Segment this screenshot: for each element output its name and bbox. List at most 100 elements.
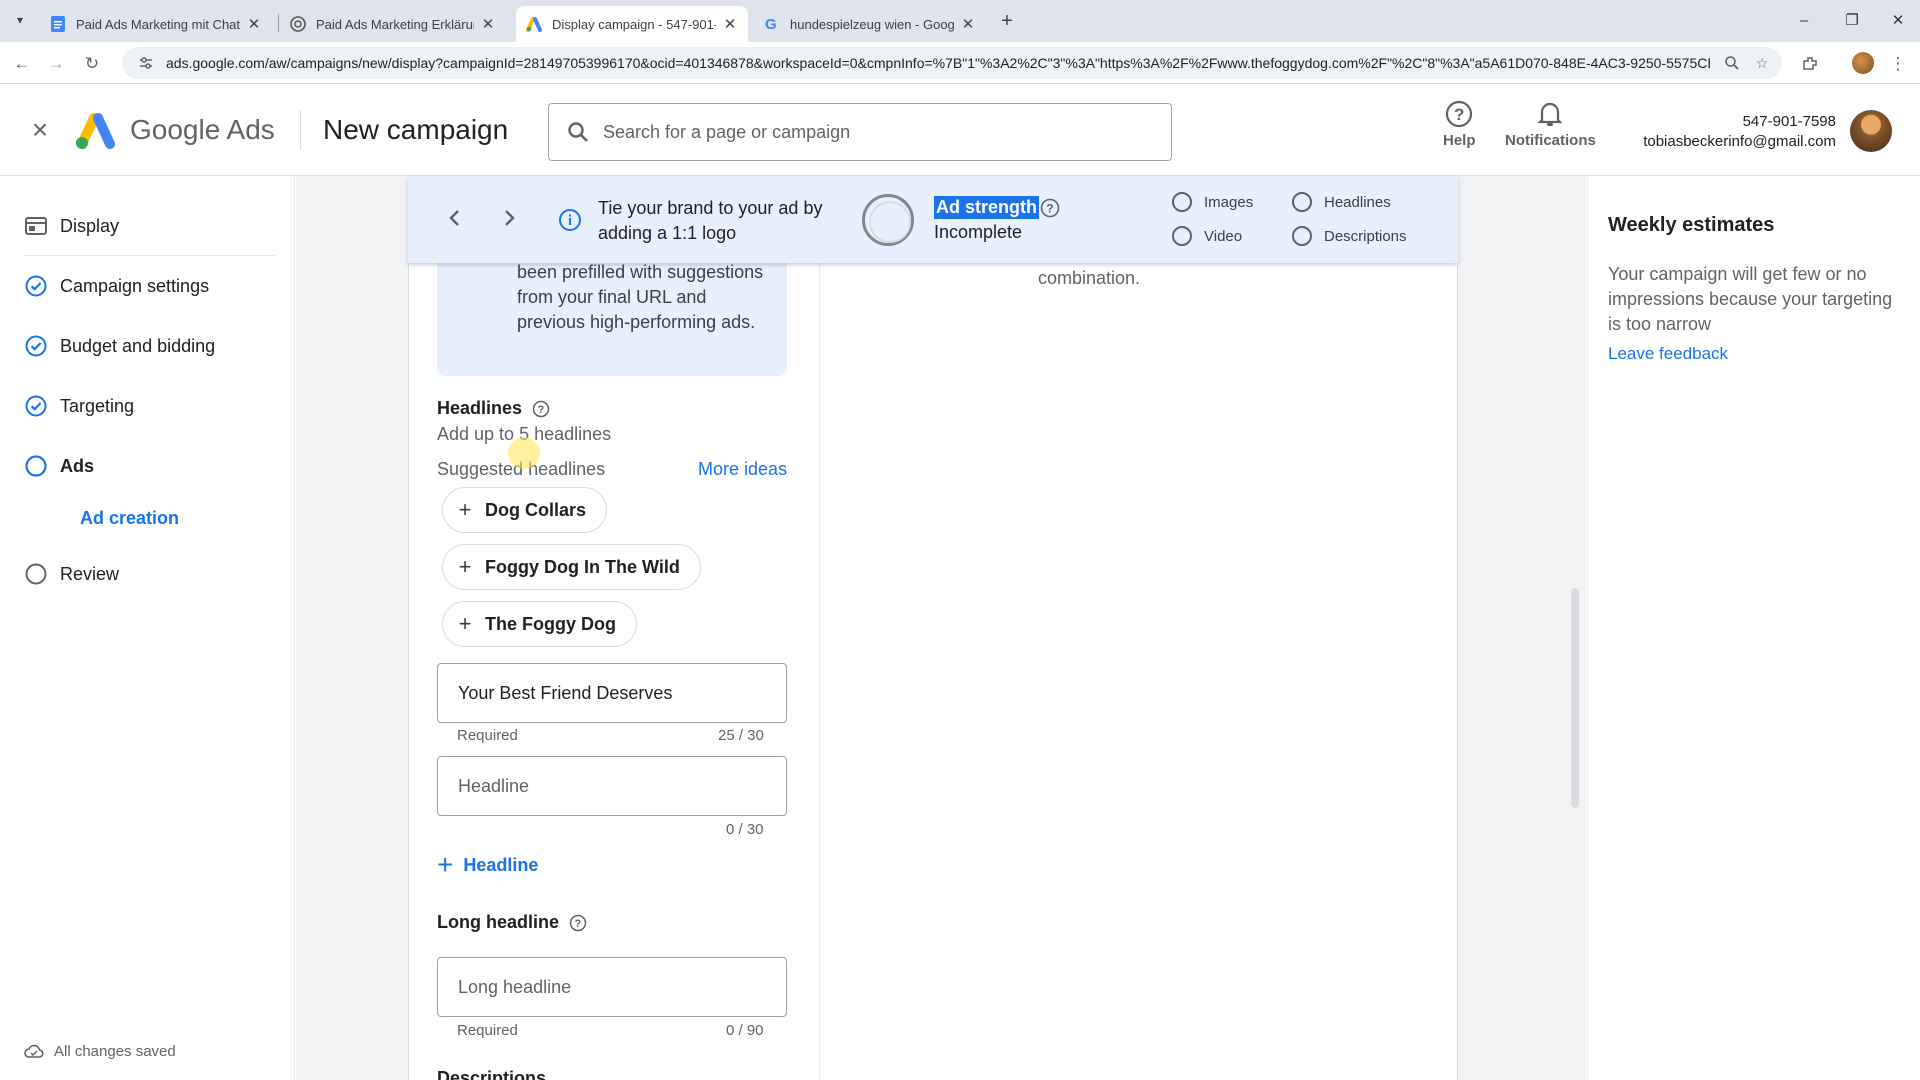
browser-toolbar: ← → ↻ ads.google.com/aw/campaigns/new/di…	[0, 42, 1920, 84]
help-icon[interactable]: ?	[532, 400, 550, 418]
new-tab-plus-icon[interactable]: +	[996, 10, 1018, 32]
header-divider	[300, 110, 301, 150]
current-step-circle-icon	[24, 454, 48, 478]
tab-close-icon[interactable]: ✕	[480, 16, 496, 33]
notifications-button[interactable]: Notifications	[1505, 98, 1596, 149]
suggestion-chip[interactable]: + Dog Collars	[442, 487, 608, 533]
browser-tab-3-active[interactable]: Display campaign - 547-901-7598 ✕	[516, 6, 748, 42]
sidebar-subitem-ad-creation[interactable]: Ad creation	[80, 508, 179, 529]
address-bar[interactable]: ads.google.com/aw/campaigns/new/display?…	[122, 47, 1782, 79]
leave-feedback-link[interactable]: Leave feedback	[1608, 344, 1728, 364]
help-button[interactable]: ? Help	[1443, 98, 1476, 149]
svg-text:?: ?	[1454, 105, 1464, 124]
google-icon: G	[764, 16, 780, 32]
forward-arrow-icon[interactable]: →	[44, 52, 68, 76]
account-info[interactable]: 547-901-7598 tobiasbeckerinfo@gmail.com	[1643, 112, 1836, 152]
descriptions-section-title-partial: Descriptions	[437, 1068, 547, 1080]
add-headline-label: Headline	[463, 854, 539, 875]
search-icon	[568, 122, 588, 142]
help-icon[interactable]: ?	[1040, 198, 1060, 218]
long-headline-placeholder: Long headline	[458, 976, 572, 997]
svg-text:?: ?	[538, 404, 545, 416]
browser-profile-avatar[interactable]	[1852, 52, 1874, 74]
weekly-estimates-panel: Weekly estimates Your campaign will get …	[1587, 176, 1920, 1080]
plus-icon: +	[458, 497, 472, 522]
headline-input-value: Your Best Friend Deserves	[458, 682, 673, 703]
minimize-icon[interactable]: –	[1792, 8, 1816, 32]
window-close-icon[interactable]: ✕	[1886, 8, 1910, 32]
back-arrow-icon[interactable]: ←	[10, 52, 34, 76]
check-circle-icon	[24, 334, 48, 358]
sidebar-item-ads[interactable]: Ads	[24, 454, 94, 478]
add-headline-button[interactable]: + Headline	[437, 851, 538, 879]
previous-tip-chevron-icon[interactable]	[442, 206, 466, 230]
reload-icon[interactable]: ↻	[80, 52, 104, 76]
headline-1-required: Required	[457, 727, 518, 744]
tab-search-chevron-icon[interactable]: ▾	[10, 10, 30, 30]
tab-title: Paid Ads Marketing Erklärung	[316, 16, 474, 32]
checklist-item-headlines: Headlines	[1292, 192, 1391, 212]
sidebar-item-label: Campaign settings	[60, 275, 210, 296]
sidebar-item-targeting[interactable]: Targeting	[24, 394, 134, 418]
browser-tab-4[interactable]: G hundespielzeug wien - Google ✕	[754, 6, 986, 42]
tab-close-icon[interactable]: ✕	[246, 16, 262, 33]
sidebar-item-budget-and-bidding[interactable]: Budget and bidding	[24, 334, 215, 358]
sidebar-item-label: Ads	[60, 455, 95, 476]
app-header: × Google Ads New campaign Search for a p…	[0, 84, 1920, 176]
suggestion-chip-label: Foggy Dog In The Wild	[485, 556, 680, 577]
svg-text:G: G	[765, 16, 777, 32]
browser-tab-2[interactable]: Paid Ads Marketing Erklärung ✕	[280, 6, 506, 42]
restore-icon[interactable]: ❐	[1840, 8, 1864, 32]
svg-text:?: ?	[1046, 202, 1053, 216]
tab-close-icon[interactable]: ✕	[960, 16, 976, 33]
check-circle-icon	[24, 394, 48, 418]
browser-menu-icon[interactable]: ⋮	[1886, 52, 1910, 76]
headline-input-1[interactable]: Your Best Friend Deserves	[437, 663, 787, 723]
plus-icon: +	[437, 849, 454, 880]
check-circle-icon	[24, 274, 48, 298]
google-ads-icon	[526, 16, 542, 32]
sidebar-item-label: Budget and bidding	[60, 335, 216, 356]
help-icon[interactable]: ?	[569, 914, 587, 932]
browser-tab-1[interactable]: Paid Ads Marketing mit ChatGPT ✕	[40, 6, 272, 42]
sidebar-item-display[interactable]: Display	[24, 214, 119, 238]
notifications-label: Notifications	[1505, 132, 1596, 149]
close-campaign-icon[interactable]: ×	[26, 116, 54, 144]
sidebar-divider	[24, 255, 276, 256]
checklist-item-images: Images	[1172, 192, 1253, 212]
display-campaign-icon	[24, 214, 48, 238]
long-headline-input[interactable]: Long headline	[437, 957, 787, 1017]
browser-tab-bar: ▾ Paid Ads Marketing mit ChatGPT ✕ Paid …	[0, 0, 1920, 42]
extensions-icon[interactable]	[1798, 52, 1822, 76]
sidebar-item-campaign-settings[interactable]: Campaign settings	[24, 274, 209, 298]
account-email: tobiasbeckerinfo@gmail.com	[1643, 133, 1836, 150]
tab-close-icon[interactable]: ✕	[722, 16, 738, 33]
site-settings-icon[interactable]	[136, 53, 156, 73]
avatar[interactable]	[1850, 110, 1892, 152]
checklist-label: Video	[1204, 227, 1243, 245]
main-scrollbar-thumb[interactable]	[1571, 588, 1579, 808]
prefilled-info-text: been prefilled with suggestions from you…	[517, 262, 764, 332]
long-headline-title-text: Long headline	[437, 912, 560, 932]
search-box[interactable]: Search for a page or campaign	[548, 103, 1172, 161]
column-divider	[819, 262, 820, 1080]
more-ideas-link[interactable]: More ideas	[698, 459, 787, 480]
save-status-text: All changes saved	[54, 1042, 176, 1060]
checklist-label: Descriptions	[1324, 227, 1407, 245]
plus-icon: +	[458, 611, 472, 636]
bookmark-star-icon[interactable]: ☆	[1752, 53, 1772, 73]
headline-1-char-count: 25 / 30	[718, 727, 764, 744]
headline-input-2[interactable]: Headline	[437, 756, 787, 816]
long-headline-char-count: 0 / 90	[726, 1022, 764, 1039]
google-ads-logo-icon	[76, 113, 115, 149]
next-tip-chevron-icon[interactable]	[498, 206, 522, 230]
suggestion-chip[interactable]: + The Foggy Dog	[442, 601, 637, 647]
unchecked-circle-icon	[1292, 226, 1312, 246]
sidebar-item-label: Review	[60, 563, 120, 584]
sidebar-item-review[interactable]: Review	[24, 562, 119, 586]
docs-icon	[50, 16, 66, 32]
zoom-icon[interactable]	[1722, 53, 1742, 73]
suggestion-chip[interactable]: + Foggy Dog In The Wild	[442, 544, 701, 590]
headline-input-placeholder: Headline	[458, 775, 530, 796]
checklist-item-video: Video	[1172, 226, 1242, 246]
